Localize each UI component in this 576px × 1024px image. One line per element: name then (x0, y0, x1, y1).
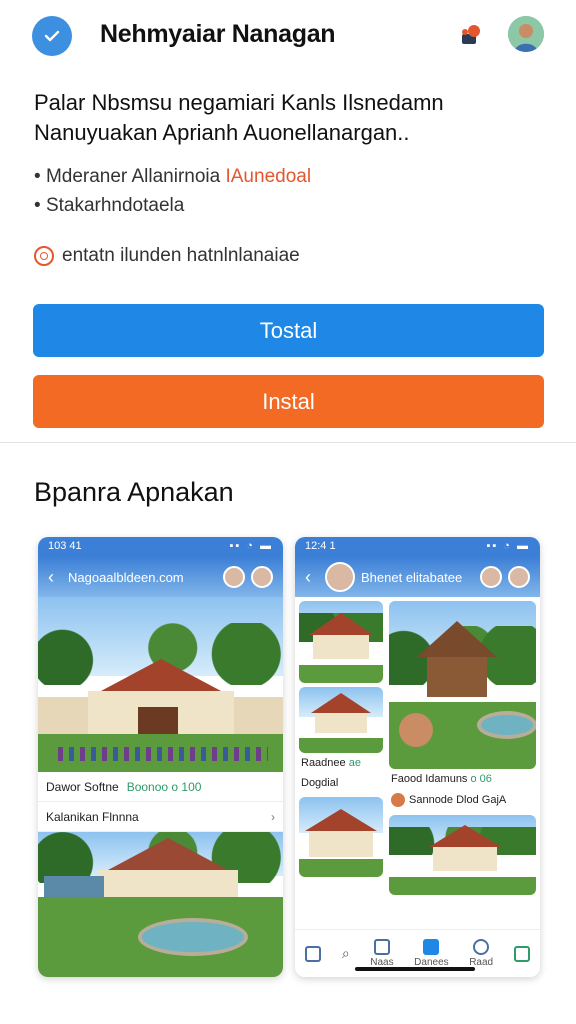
feature-item: • Stakarhndotaela (34, 195, 185, 216)
screenshot-tab-bar: ⌕ Naas Danees Raad (295, 929, 540, 977)
user-avatar[interactable] (508, 16, 544, 52)
divider (0, 442, 576, 443)
status-icons: ▪▪ ◔ ▬ (229, 540, 273, 552)
house-thumbnail[interactable] (299, 797, 383, 877)
tab-discover[interactable]: Danees (414, 939, 449, 968)
house-thumbnail[interactable] (299, 601, 383, 683)
person-icon (473, 939, 490, 955)
status-bar: 12:4 1 ▪▪ ◔ ▬ (295, 537, 540, 557)
avatar (391, 793, 405, 807)
compass-icon (423, 939, 440, 955)
status-icons: ▪▪ ◔ ▬ (486, 540, 530, 552)
app-header: Nehmyaiar Nanagan (0, 14, 576, 58)
person-photo (399, 713, 433, 747)
tab-search[interactable]: ⌕ (342, 945, 350, 962)
home-indicator (355, 967, 475, 971)
status-time: 103 41 (48, 540, 82, 552)
app-screenshot-1[interactable]: 103 41 ▪▪ ◔ ▬ ‹ Nagoaalbldeen.com Dawor … (38, 537, 283, 977)
tab-profile[interactable]: Raad (469, 939, 493, 968)
puzzle-icon[interactable] (456, 22, 484, 50)
app-screenshot-2[interactable]: 12:4 1 ▪▪ ◔ ▬ ‹ Bhenet elitabatee Raadne… (295, 537, 540, 977)
headline: Palar Nbsmsu negamiari Kanls Ilsnedamn N… (34, 88, 554, 148)
document-icon (373, 939, 390, 955)
avatar (325, 562, 355, 592)
list-item[interactable]: Dawor Softne Boonoo o 100 (38, 772, 283, 802)
feature-highlight: IAunedoal (225, 166, 312, 187)
header-title: Nehmyaiar Nanagan (100, 20, 336, 48)
garden-photo (38, 832, 283, 977)
primary-install-button[interactable]: Tostal (33, 304, 544, 357)
tab-share[interactable] (513, 945, 530, 962)
tab-news[interactable]: Naas (370, 939, 394, 968)
avatar (480, 566, 502, 588)
avatar (223, 566, 245, 588)
headline-line-2: Nanuyuakan Aprianh Auonellanargan.. (34, 120, 410, 145)
feature-list: • Mderaner Allanirnoia IAunedoal • Staka… (34, 162, 311, 220)
secondary-install-button[interactable]: Instal (33, 375, 544, 428)
list-item[interactable]: Dogdial (299, 773, 383, 793)
chevron-right-icon: › (271, 809, 275, 824)
back-arrow-icon: ‹ (305, 566, 311, 587)
info-note: entatn ilunden hatnlnlanaiae (34, 245, 300, 267)
avatar (251, 566, 273, 588)
back-arrow-icon: ‹ (48, 566, 54, 587)
info-circle-icon (34, 246, 54, 266)
screenshot-app-bar: ‹ Bhenet elitabatee (295, 557, 540, 597)
share-icon (513, 945, 530, 962)
home-icon (305, 945, 322, 962)
note-text: entatn ilunden hatnlnlanaiae (62, 245, 300, 266)
screenshots-section-title: Bpanra Apnakan (34, 477, 234, 507)
screenshot-app-title: Nagoaalbldeen.com (68, 569, 184, 585)
village-photo[interactable] (389, 815, 536, 895)
headline-line-1: Palar Nbsmsu negamiari Kanls Ilsnedamn (34, 90, 444, 115)
avatar (508, 566, 530, 588)
list-item[interactable]: Faood Idamuns o 06 (389, 769, 536, 789)
screenshot-app-title: Bhenet elitabatee (361, 569, 463, 585)
house-thumbnail[interactable] (299, 687, 383, 753)
status-time: 12:4 1 (305, 540, 336, 552)
pavilion-photo[interactable] (389, 601, 536, 769)
check-circle-icon[interactable] (32, 16, 72, 56)
village-photo (38, 597, 283, 772)
screenshot-app-bar: ‹ Nagoaalbldeen.com (38, 557, 283, 597)
list-item[interactable]: Kalanikan Flnnna › (38, 802, 283, 832)
list-item[interactable]: Raadnee ae (299, 753, 383, 773)
feature-item: • Mderaner Allanirnoia IAunedoal (34, 166, 312, 187)
status-bar: 103 41 ▪▪ ◔ ▬ (38, 537, 283, 557)
list-item[interactable]: Sannode Dlod GajA (389, 789, 536, 811)
search-icon: ⌕ (341, 945, 350, 961)
tab-home[interactable] (305, 945, 322, 962)
